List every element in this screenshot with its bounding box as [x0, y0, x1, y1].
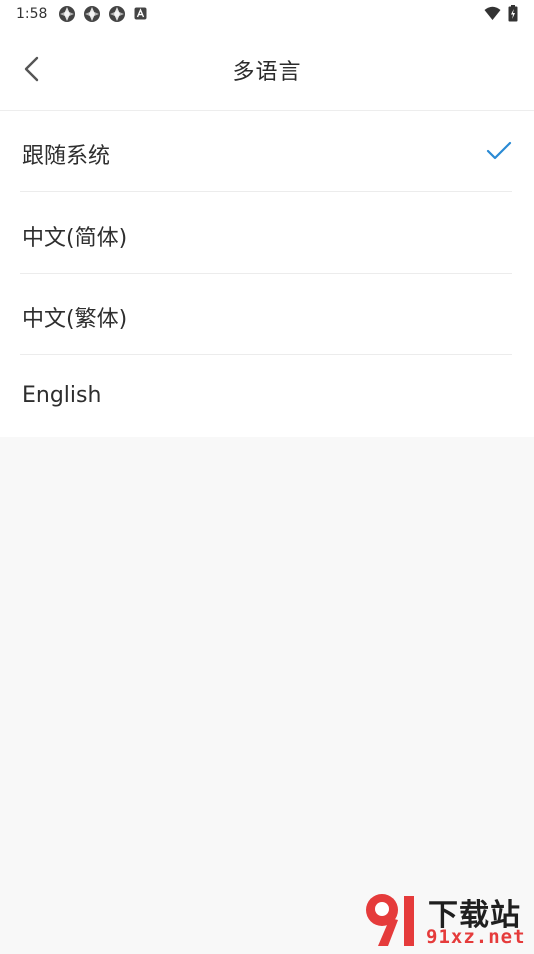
- app-notification-icon: [84, 6, 100, 22]
- page-title: 多语言: [232, 60, 302, 85]
- language-option-label: 中文(繁体): [22, 307, 128, 332]
- watermark-url: 91xz.net: [426, 926, 526, 948]
- wifi-icon: [484, 6, 501, 20]
- language-option-label: English: [22, 383, 102, 408]
- status-bar: 1:58: [0, 0, 534, 28]
- status-time: 1:58: [16, 6, 48, 22]
- language-list: 跟随系统 中文(简体) 中文(繁体) English: [0, 111, 534, 437]
- language-option-label: 跟随系统: [22, 144, 111, 169]
- check-icon: [486, 141, 512, 160]
- watermark-logo-icon: [366, 894, 414, 946]
- app-notification-icon: [59, 6, 75, 22]
- language-option-traditional-chinese[interactable]: 中文(繁体): [20, 274, 512, 355]
- language-option-follow-system[interactable]: 跟随系统: [20, 111, 512, 192]
- battery-icon: [508, 5, 518, 22]
- language-option-simplified-chinese[interactable]: 中文(简体): [20, 193, 512, 274]
- language-option-label: 中文(简体): [22, 226, 128, 251]
- app-notification-icon: [109, 6, 125, 22]
- language-option-english[interactable]: English: [20, 356, 512, 437]
- watermark: 下载站 91xz.net: [360, 888, 534, 950]
- header: 多语言: [0, 28, 534, 111]
- keyboard-a-icon: [134, 7, 147, 20]
